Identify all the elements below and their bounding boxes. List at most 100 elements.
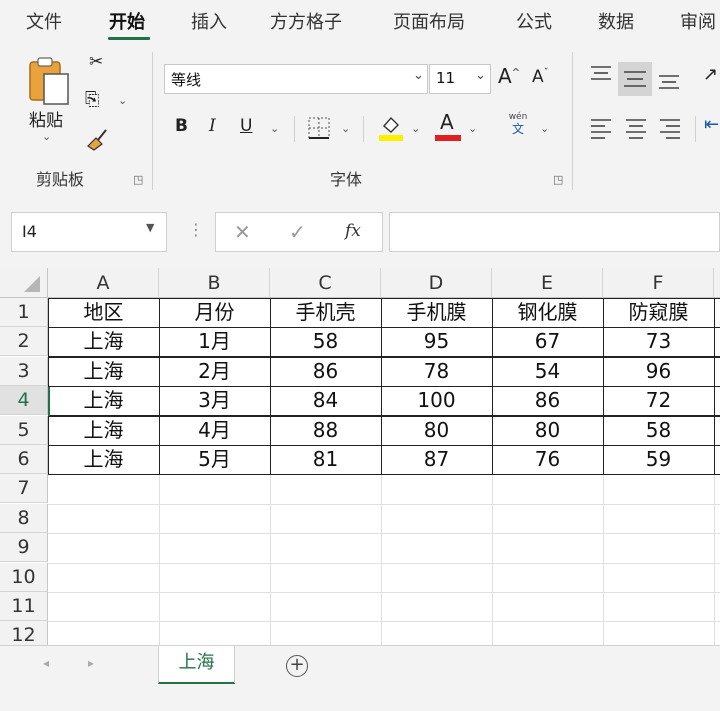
- table-cell[interactable]: 88: [270, 416, 381, 445]
- tab-fangfanggezi[interactable]: 方方格子: [270, 8, 342, 34]
- table-cell[interactable]: 上海: [48, 416, 159, 445]
- copy-dropdown-icon[interactable]: ⌄: [118, 94, 127, 107]
- table-cell[interactable]: 84: [270, 386, 381, 415]
- scroll-left-icon[interactable]: ◂: [43, 656, 49, 670]
- bold-button[interactable]: B: [175, 116, 188, 136]
- spreadsheet-grid[interactable]: ABCDEF 1 2 3 4 5 6 7 8 9 10 11 12 地区 月份 手机壳 手机膜 钢化膜 防窥膜上…: [0, 268, 720, 645]
- table-cell[interactable]: 100: [381, 386, 492, 415]
- borders-dropdown-icon[interactable]: ⌄: [341, 122, 350, 135]
- enter-icon[interactable]: ✓: [289, 220, 306, 244]
- column-header-b[interactable]: B: [159, 268, 270, 298]
- row-header-11[interactable]: 11: [0, 592, 48, 621]
- column-header-d[interactable]: D: [381, 268, 492, 298]
- borders-icon[interactable]: [307, 116, 331, 140]
- row-header-6[interactable]: 6: [0, 445, 48, 474]
- italic-button[interactable]: I: [209, 116, 216, 136]
- align-left-icon[interactable]: [589, 116, 613, 140]
- scroll-right-icon[interactable]: ▸: [88, 656, 94, 670]
- clipboard-launcher-icon[interactable]: ◳: [133, 173, 143, 186]
- font-name-combo[interactable]: 等线 ⌄: [164, 64, 428, 94]
- align-bottom-icon[interactable]: [657, 70, 681, 92]
- header-cell[interactable]: 手机膜: [381, 298, 492, 327]
- insert-function-icon[interactable]: fx: [345, 221, 361, 241]
- tab-data[interactable]: 数据: [598, 8, 634, 34]
- row-header-12[interactable]: 12: [0, 621, 48, 645]
- name-box[interactable]: I4 ▼: [11, 212, 167, 252]
- underline-dropdown-icon[interactable]: ⌄: [270, 122, 279, 135]
- table-cell[interactable]: 72: [603, 386, 714, 415]
- table-cell[interactable]: 上海: [48, 357, 159, 386]
- chevron-down-icon[interactable]: ⌄: [475, 68, 486, 83]
- row-header-10[interactable]: 10: [0, 562, 48, 592]
- header-cell[interactable]: 月份: [159, 298, 270, 327]
- phonetic-dropdown-icon[interactable]: ⌄: [540, 122, 549, 135]
- cancel-icon[interactable]: ✕: [234, 220, 251, 244]
- table-cell[interactable]: 2月: [159, 357, 270, 386]
- column-header-partial[interactable]: [714, 268, 720, 298]
- underline-button[interactable]: U: [240, 116, 252, 136]
- table-cell[interactable]: 59: [603, 445, 714, 474]
- chevron-down-icon[interactable]: ▼: [146, 221, 154, 234]
- row-header-1[interactable]: 1: [0, 298, 48, 327]
- table-cell[interactable]: 95: [381, 327, 492, 356]
- table-cell[interactable]: 78: [381, 357, 492, 386]
- row-header-4[interactable]: 4: [0, 386, 48, 416]
- tab-insert[interactable]: 插入: [191, 8, 227, 34]
- table-cell[interactable]: 58: [270, 327, 381, 356]
- font-launcher-icon[interactable]: ◳: [553, 173, 563, 186]
- row-header-5[interactable]: 5: [0, 415, 48, 445]
- table-cell[interactable]: 80: [492, 416, 603, 445]
- table-cell[interactable]: 上海: [48, 327, 159, 356]
- fill-color-icon[interactable]: [378, 112, 404, 142]
- format-painter-icon[interactable]: [84, 126, 110, 152]
- font-size-combo[interactable]: 11 ⌄: [429, 64, 491, 94]
- orientation-icon[interactable]: ↗: [703, 64, 718, 85]
- table-cell[interactable]: 87: [381, 445, 492, 474]
- tab-review[interactable]: 审阅: [680, 8, 716, 34]
- column-header-e[interactable]: E: [492, 268, 603, 298]
- fill-color-dropdown-icon[interactable]: ⌄: [411, 122, 420, 135]
- table-cell[interactable]: 上海: [48, 386, 159, 415]
- table-cell[interactable]: 5月: [159, 445, 270, 474]
- table-cell[interactable]: 86: [270, 357, 381, 386]
- header-cell[interactable]: 防窥膜: [603, 298, 714, 327]
- row-header-8[interactable]: 8: [0, 503, 48, 533]
- table-cell[interactable]: 80: [381, 416, 492, 445]
- formula-input[interactable]: [389, 212, 720, 252]
- align-right-icon[interactable]: [658, 116, 682, 140]
- column-header-c[interactable]: C: [270, 268, 381, 298]
- phonetic-guide-button[interactable]: wén 文: [506, 112, 530, 136]
- shrink-font-icon[interactable]: Aˇ: [532, 67, 549, 87]
- table-cell[interactable]: 73: [603, 327, 714, 356]
- table-cell[interactable]: 67: [492, 327, 603, 356]
- more-vertical-icon[interactable]: ⋮: [188, 220, 204, 239]
- table-cell[interactable]: 54: [492, 357, 603, 386]
- column-header-a[interactable]: A: [48, 268, 159, 298]
- copy-icon[interactable]: ⎘: [85, 89, 99, 110]
- table-cell[interactable]: 81: [270, 445, 381, 474]
- table-cell[interactable]: 58: [603, 416, 714, 445]
- tab-file[interactable]: 文件: [26, 8, 62, 34]
- decrease-indent-icon[interactable]: ⇤: [704, 114, 719, 135]
- table-cell[interactable]: 96: [603, 357, 714, 386]
- table-cell[interactable]: 86: [492, 386, 603, 415]
- tab-formulas[interactable]: 公式: [516, 8, 552, 34]
- table-cell[interactable]: 4月: [159, 416, 270, 445]
- font-color-button[interactable]: A: [435, 110, 461, 142]
- align-middle-button[interactable]: [618, 62, 652, 96]
- sheet-tab-active[interactable]: 上海: [158, 646, 235, 684]
- row-header-2[interactable]: 2: [0, 327, 48, 357]
- chevron-down-icon[interactable]: ⌄: [413, 68, 424, 83]
- header-cell[interactable]: 钢化膜: [492, 298, 603, 327]
- add-sheet-button[interactable]: +: [286, 655, 308, 677]
- tab-page-layout[interactable]: 页面布局: [393, 8, 465, 34]
- table-cell[interactable]: 3月: [159, 386, 270, 415]
- column-header-f[interactable]: F: [603, 268, 714, 298]
- row-header-9[interactable]: 9: [0, 533, 48, 563]
- cut-icon[interactable]: ✂: [89, 52, 103, 72]
- row-header-7[interactable]: 7: [0, 474, 48, 504]
- table-cell[interactable]: 76: [492, 445, 603, 474]
- paste-dropdown-icon[interactable]: ⌄: [42, 130, 51, 143]
- row-header-3[interactable]: 3: [0, 356, 48, 386]
- align-center-icon[interactable]: [624, 116, 648, 140]
